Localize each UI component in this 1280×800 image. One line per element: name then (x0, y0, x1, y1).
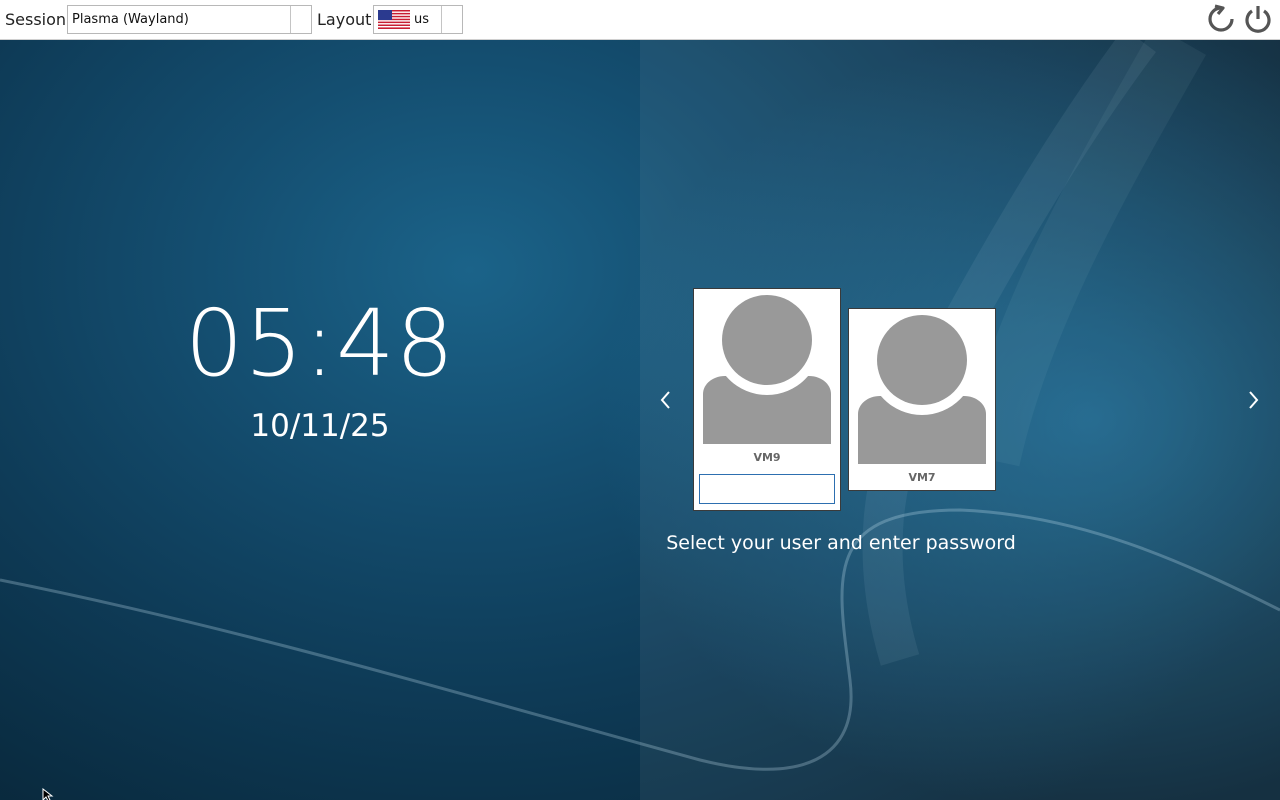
clock-date: 10/11/25 (250, 408, 390, 444)
top-bar: Session Plasma (Wayland) Layout us (0, 0, 1280, 40)
session-select-value: Plasma (Wayland) (72, 12, 189, 27)
layout-select[interactable]: us (373, 5, 463, 34)
session-dropdown-button[interactable] (290, 6, 311, 33)
layout-select-value: us (414, 12, 430, 27)
user-name-vm9: VM9 (753, 451, 781, 464)
previous-user-arrow-icon[interactable] (656, 385, 676, 415)
us-flag-icon (378, 10, 410, 29)
layout-dropdown-button[interactable] (441, 6, 462, 33)
password-input[interactable] (699, 474, 835, 504)
next-user-arrow-icon[interactable] (1243, 385, 1263, 415)
user-name-vm7: VM7 (908, 471, 936, 484)
mouse-cursor-icon (42, 788, 54, 800)
user-avatar-icon (703, 294, 831, 444)
session-label: Session (5, 10, 67, 29)
user-avatar-icon (858, 314, 986, 464)
user-card-vm7[interactable]: VM7 (848, 308, 996, 491)
login-prompt: Select your user and enter password (666, 532, 1016, 554)
restart-icon[interactable] (1205, 3, 1237, 35)
layout-label: Layout (317, 10, 372, 29)
clock-time: 05:48 (184, 290, 456, 397)
session-select[interactable]: Plasma (Wayland) (67, 5, 312, 34)
user-card-vm9[interactable]: VM9 (693, 288, 841, 511)
shutdown-icon[interactable] (1242, 3, 1274, 35)
